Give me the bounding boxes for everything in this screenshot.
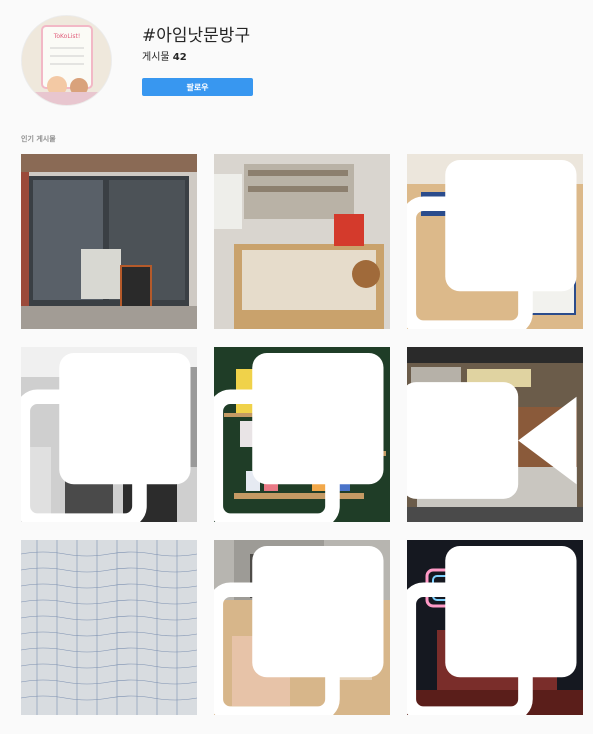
post-thumbnail-6[interactable] bbox=[407, 347, 583, 522]
post-thumbnail-7[interactable] bbox=[21, 540, 197, 715]
carousel-icon bbox=[21, 353, 191, 522]
avatar-sign-text: ToKoList! bbox=[53, 33, 81, 40]
post-thumbnail-5[interactable] bbox=[214, 347, 390, 522]
hashtag-title: #아임낫문방구 bbox=[142, 26, 251, 46]
post-thumbnail-8[interactable] bbox=[214, 540, 390, 715]
carousel-icon bbox=[407, 546, 577, 715]
hashtag-avatar: ToKoList! bbox=[21, 15, 112, 106]
storefront-photo bbox=[21, 154, 197, 329]
post-thumbnail-1[interactable] bbox=[21, 154, 197, 329]
carousel-icon bbox=[214, 546, 384, 715]
post-thumbnail-9[interactable] bbox=[407, 540, 583, 715]
post-count: 게시물 42 bbox=[142, 48, 187, 63]
post-thumbnail-2[interactable] bbox=[214, 154, 390, 329]
follow-button[interactable]: 팔로우 bbox=[142, 78, 253, 96]
carousel-icon bbox=[214, 353, 384, 522]
post-count-value: 42 bbox=[172, 52, 187, 63]
post-thumbnail-3[interactable] bbox=[407, 154, 583, 329]
shop-interior-photo bbox=[214, 154, 390, 329]
post-count-label: 게시물 bbox=[142, 52, 170, 63]
post-thumbnail-4[interactable] bbox=[21, 347, 197, 522]
avatar-image: ToKoList! bbox=[22, 16, 111, 105]
top-posts-label: 인기 게시물 bbox=[21, 135, 56, 143]
top-posts-grid bbox=[21, 154, 583, 716]
grid-paper-photo bbox=[21, 540, 197, 715]
hashtag-header: ToKoList! #아임낫문방구 게시물 42 팔로우 bbox=[0, 0, 593, 120]
video-icon bbox=[407, 382, 577, 499]
carousel-icon bbox=[407, 160, 577, 329]
